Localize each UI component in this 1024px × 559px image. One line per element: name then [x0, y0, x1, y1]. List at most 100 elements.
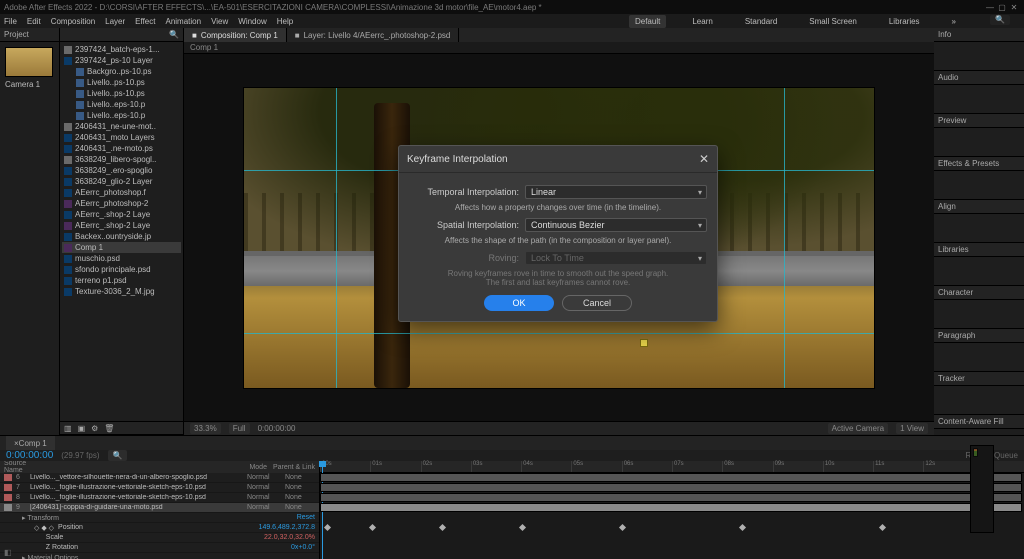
- dialog-title: Keyframe Interpolation: [407, 154, 508, 165]
- spatial-select[interactable]: Continuous Bezier: [525, 218, 707, 232]
- project-item[interactable]: 2397424_batch-eps-1...: [62, 44, 181, 55]
- layer-group[interactable]: ▸ Material Options: [0, 553, 319, 559]
- project-item[interactable]: terreno p1.psd: [62, 275, 181, 286]
- maximize-icon[interactable]: ▢: [996, 3, 1008, 12]
- layer-list[interactable]: 6Livello..._vettore-silhouette-nera-di-u…: [0, 473, 319, 559]
- layer-prop[interactable]: Z Rotation0x+0.0°: [0, 543, 319, 553]
- project-item[interactable]: AEerrc_photoshop-2: [62, 198, 181, 209]
- project-item[interactable]: Livello..ps-10.ps: [62, 77, 181, 88]
- project-item[interactable]: AEerrc_.shop-2 Laye: [62, 209, 181, 220]
- project-item[interactable]: Livello..eps-10.p: [62, 99, 181, 110]
- minimize-icon[interactable]: ―: [984, 3, 996, 12]
- close-icon[interactable]: ✕: [1008, 3, 1020, 12]
- timeline-graph[interactable]: 00s01s02s03s04s05s06s07s08s09s10s11s12s1…: [320, 461, 1024, 559]
- project-thumbnail[interactable]: [5, 47, 53, 77]
- layer-row[interactable]: 6Livello..._vettore-silhouette-nera-di-u…: [0, 473, 319, 483]
- camera-chip[interactable]: Active Camera: [828, 423, 888, 434]
- project-selected-name: Camera 1: [2, 80, 57, 89]
- menu-animation[interactable]: Animation: [165, 17, 201, 26]
- project-item[interactable]: 2406431_.ne-moto.ps: [62, 143, 181, 154]
- project-tree[interactable]: 2397424_batch-eps-1...2397424_ps-10 Laye…: [60, 42, 183, 421]
- status-time: 0:00:00:00: [258, 424, 296, 433]
- audio-meter: [970, 445, 994, 533]
- workspace-overflow-icon[interactable]: »: [946, 15, 962, 28]
- project-trash-icon[interactable]: 🗑: [104, 424, 114, 433]
- composition-breadcrumb[interactable]: Comp 1: [184, 42, 934, 54]
- panel-header[interactable]: Libraries: [934, 243, 1024, 257]
- panel-header[interactable]: Preview: [934, 114, 1024, 128]
- project-item[interactable]: Livello..eps-10.p: [62, 110, 181, 121]
- help-search-icon[interactable]: 🔍: [990, 15, 1010, 25]
- panel-header[interactable]: Paragraph: [934, 329, 1024, 343]
- layer-row[interactable]: 8Livello..._foglie-illustrazione-vettori…: [0, 493, 319, 503]
- project-item[interactable]: sfondo principale.psd: [62, 264, 181, 275]
- timeline-search[interactable]: 🔍: [108, 450, 128, 461]
- project-search-icon[interactable]: 🔍: [169, 30, 179, 39]
- panel-header[interactable]: Align: [934, 200, 1024, 214]
- comp-tab-active[interactable]: ■ Composition: Comp 1: [184, 28, 287, 42]
- project-item[interactable]: 3638249_glio-2 Layer: [62, 176, 181, 187]
- project-item[interactable]: 2406431_moto Layers: [62, 132, 181, 143]
- panel-header[interactable]: Tracker: [934, 372, 1024, 386]
- menu-view[interactable]: View: [211, 17, 228, 26]
- menu-edit[interactable]: Edit: [27, 17, 41, 26]
- project-item[interactable]: 2406431_ne-une-mot..: [62, 121, 181, 132]
- layer-row[interactable]: 7Livello..._foglie-illustrazione-vettori…: [0, 483, 319, 493]
- right-panel-stack: Info Audio Preview Effects & Presets Align Li…: [934, 28, 1024, 435]
- panel-header[interactable]: Audio: [934, 71, 1024, 85]
- project-item[interactable]: Texture-3036_2_M.jpg: [62, 286, 181, 297]
- layer-prop[interactable]: Scale22.0,32.0,32.0%: [0, 533, 319, 543]
- panel-header[interactable]: Content-Aware Fill: [934, 415, 1024, 429]
- project-item[interactable]: Backex..ountryside.jp: [62, 231, 181, 242]
- workspace-default[interactable]: Default: [629, 15, 666, 28]
- viewer-statusbar: 33.3% Full 0:00:00:00 Active Camera 1 Vi…: [184, 421, 934, 435]
- temporal-select[interactable]: Linear: [525, 185, 707, 199]
- menu-window[interactable]: Window: [238, 17, 266, 26]
- view-chip[interactable]: 1 View: [896, 423, 928, 434]
- comp-tab-layer[interactable]: ■ Layer: Livello 4/AEerrc_.photoshop-2.p…: [287, 28, 460, 42]
- project-new-comp-icon[interactable]: ▣: [78, 424, 86, 433]
- workspace-learn[interactable]: Learn: [686, 15, 718, 28]
- resolution-chip[interactable]: Full: [229, 423, 250, 434]
- project-item[interactable]: muschio.psd: [62, 253, 181, 264]
- cancel-button[interactable]: Cancel: [562, 295, 632, 311]
- panel-header[interactable]: Effects & Presets: [934, 157, 1024, 171]
- keyframe-handle[interactable]: [641, 340, 647, 346]
- project-item[interactable]: AEerrc_photoshop.f: [62, 187, 181, 198]
- layer-prop[interactable]: ◇ ◆ ◇ Position149.6,489.2,372.8: [0, 523, 319, 533]
- timecode[interactable]: 0:00:00:00: [6, 450, 53, 461]
- menu-effect[interactable]: Effect: [135, 17, 155, 26]
- project-new-folder-icon[interactable]: ▥: [64, 424, 72, 433]
- window-titlebar: Adobe After Effects 2022 - D:\CORSI\AFTE…: [0, 0, 1024, 14]
- workspace-smallscreen[interactable]: Small Screen: [803, 15, 863, 28]
- ok-button[interactable]: OK: [484, 295, 554, 311]
- panel-header[interactable]: Character: [934, 286, 1024, 300]
- project-tab[interactable]: Project: [0, 28, 59, 42]
- menu-file[interactable]: File: [4, 17, 17, 26]
- menu-help[interactable]: Help: [277, 17, 293, 26]
- project-item[interactable]: AEerrc_.shop-2 Laye: [62, 220, 181, 231]
- project-item[interactable]: 2397424_ps-10 Layer: [62, 55, 181, 66]
- dialog-close-icon[interactable]: ✕: [699, 152, 709, 166]
- project-settings-icon[interactable]: ⚙: [91, 424, 98, 433]
- menu-layer[interactable]: Layer: [105, 17, 125, 26]
- workspace-standard[interactable]: Standard: [739, 15, 783, 28]
- app-title: Adobe After Effects 2022 - D:\CORSI\AFTE…: [4, 3, 542, 12]
- menu-bar: File Edit Composition Layer Effect Anima…: [0, 14, 1024, 28]
- project-item[interactable]: 3638249_.ero-spoglio: [62, 165, 181, 176]
- layer-row[interactable]: 9[2406431]-coppia-di-guidare-una-moto.ps…: [0, 503, 319, 513]
- project-item[interactable]: Livello..ps-10.ps: [62, 88, 181, 99]
- project-item[interactable]: 3638249_libero-spogl..: [62, 154, 181, 165]
- workspace-libraries[interactable]: Libraries: [883, 15, 926, 28]
- spatial-label: Spatial Interpolation:: [409, 220, 519, 230]
- timeline-tab[interactable]: × Comp 1: [6, 436, 55, 450]
- project-item[interactable]: Comp 1: [62, 242, 181, 253]
- panel-header[interactable]: Info: [934, 28, 1024, 42]
- menu-composition[interactable]: Composition: [51, 17, 95, 26]
- zoom-chip[interactable]: 33.3%: [190, 423, 221, 434]
- status-icon: ◧: [4, 548, 12, 557]
- project-item[interactable]: Backgro..ps-10.ps: [62, 66, 181, 77]
- layer-group[interactable]: ▸ Transform Reset: [0, 513, 319, 523]
- project-panel: 🔍 2397424_batch-eps-1...2397424_ps-10 La…: [60, 28, 184, 435]
- composition-tabs: ■ Composition: Comp 1 ■ Layer: Livello 4…: [184, 28, 934, 42]
